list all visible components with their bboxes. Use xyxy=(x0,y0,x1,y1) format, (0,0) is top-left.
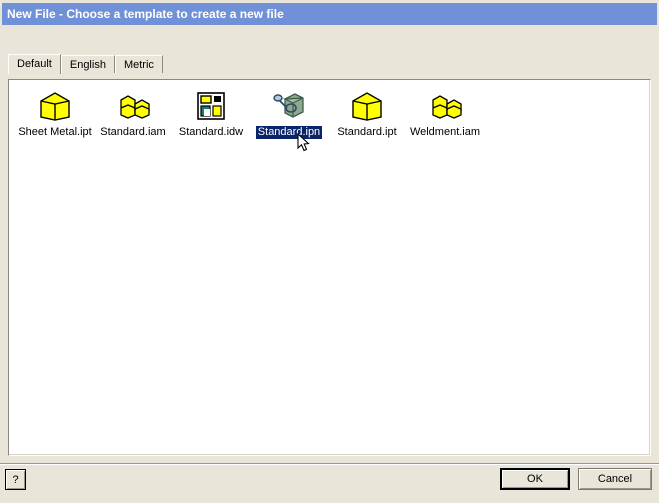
window-titlebar: New File - Choose a template to create a… xyxy=(2,3,657,25)
window-title: New File - Choose a template to create a… xyxy=(7,7,284,21)
part-cube-icon xyxy=(35,88,75,124)
ok-button-label: OK xyxy=(527,473,543,485)
template-category-tabs[interactable]: Default English Metric xyxy=(8,53,163,74)
help-icon: ? xyxy=(12,473,19,486)
template-item-standard-iam[interactable]: Standard.iam xyxy=(95,88,171,139)
new-file-dialog: New File - Choose a template to create a… xyxy=(0,0,659,503)
cancel-button-label: Cancel xyxy=(597,473,633,485)
template-label: Sheet Metal.ipt xyxy=(18,126,92,138)
tab-default[interactable]: Default xyxy=(8,54,61,74)
template-item-standard-idw[interactable]: Standard.idw xyxy=(173,88,249,139)
tab-metric[interactable]: Metric xyxy=(114,55,163,73)
template-list-panel[interactable]: Sheet Metal.ipt Standard.iam Standard.id… xyxy=(8,79,651,456)
assembly-cubes-icon xyxy=(425,88,465,124)
template-label: Weldment.iam xyxy=(409,126,481,138)
template-item-sheet-metal-ipt[interactable]: Sheet Metal.ipt xyxy=(17,88,93,139)
tab-metric-label: Metric xyxy=(123,59,154,71)
template-label: Standard.ipt xyxy=(337,126,397,138)
assembly-cubes-icon xyxy=(113,88,153,124)
help-button[interactable]: ? xyxy=(5,469,26,490)
drawing-sheet-icon xyxy=(191,88,231,124)
template-icon-grid: Sheet Metal.ipt Standard.iam Standard.id… xyxy=(9,80,650,139)
template-label: Standard.ipn xyxy=(255,126,323,139)
part-cube-icon xyxy=(347,88,387,124)
cancel-button[interactable]: Cancel xyxy=(578,468,652,490)
ok-button[interactable]: OK xyxy=(500,468,570,490)
template-item-weldment-iam[interactable]: Weldment.iam xyxy=(407,88,483,139)
template-label: Standard.idw xyxy=(178,126,244,138)
template-item-standard-ipn[interactable]: Standard.ipn xyxy=(251,88,327,139)
tab-english[interactable]: English xyxy=(60,55,115,73)
presentation-exploded-icon xyxy=(269,88,309,124)
footer-separator xyxy=(0,463,659,465)
template-label: Standard.iam xyxy=(100,126,166,138)
template-item-standard-ipt[interactable]: Standard.ipt xyxy=(329,88,405,139)
tab-default-label: Default xyxy=(17,58,52,70)
tab-english-label: English xyxy=(69,59,106,71)
